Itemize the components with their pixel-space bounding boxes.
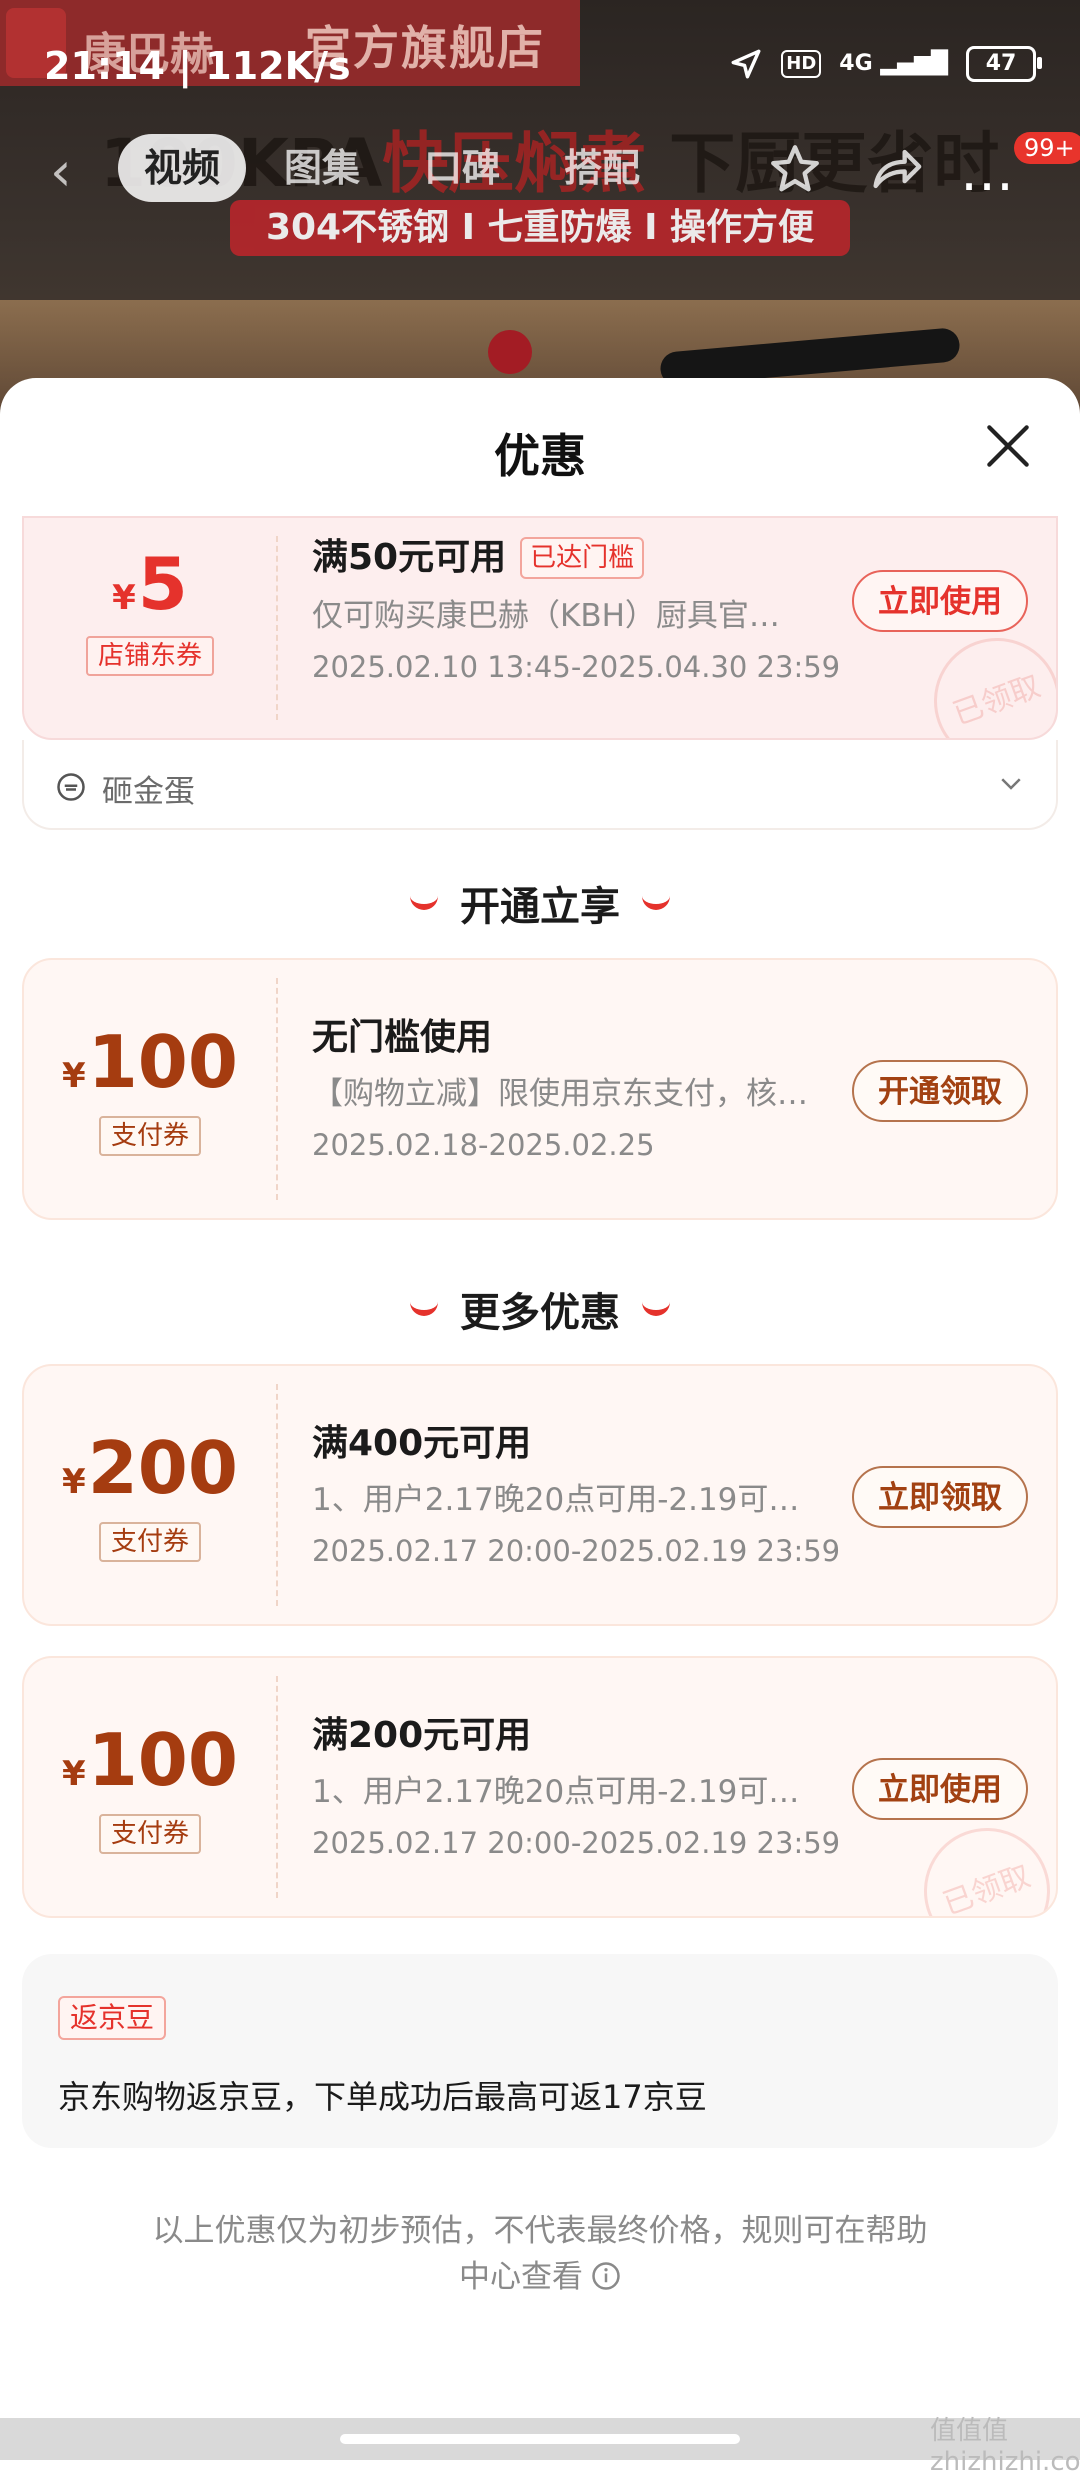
golden-egg-icon	[57, 773, 85, 801]
coupon-type-badge: 支付券	[98, 1116, 202, 1156]
coupon-divider	[276, 978, 278, 1200]
claimed-stamp: 已领取	[906, 1810, 1056, 1916]
close-icon[interactable]	[980, 418, 1036, 474]
discount-sheet: 优惠 ¥5 店铺东券 满50元可用已达门槛 仅可购买康巴赫（KBH）厨具官方旗舰…	[0, 378, 1080, 2460]
hd-icon: HD	[781, 50, 822, 78]
currency-symbol: ¥	[62, 1056, 86, 1096]
coupon-validity: 2025.02.17 20:00-2025.02.19 23:59	[312, 1826, 841, 1860]
coupon-type-badge: 支付券	[98, 1522, 202, 1562]
coupon-validity: 2025.02.10 13:45-2025.04.30 23:59	[312, 650, 841, 684]
coupon-divider	[276, 1384, 278, 1606]
status-time: 21:14 | 112K/s	[44, 44, 351, 88]
chevron-down-icon	[1001, 778, 1021, 790]
coupon-amount-area: ¥5 店铺东券	[24, 518, 276, 738]
coupon-validity: 2025.02.18-2025.02.25	[312, 1128, 655, 1162]
smile-decor-icon	[410, 890, 438, 910]
favorite-star-icon[interactable]	[766, 140, 824, 198]
tab-reviews[interactable]: 口碑	[398, 134, 526, 202]
currency-symbol: ¥	[112, 578, 136, 618]
coupon-description: 1、用户2.17晚20点可用-2.19可用结束	[312, 1482, 812, 1518]
smile-decor-icon	[410, 1296, 438, 1316]
coupon-description: 仅可购买康巴赫（KBH）厨具官方旗舰店部分商品	[312, 598, 792, 634]
disclaimer-line-2[interactable]: 中心查看	[459, 2259, 583, 2295]
smile-decor-icon	[642, 1296, 670, 1316]
disclaimer: 以上优惠仅为初步预估，不代表最终价格，规则可在帮助 中心查看	[120, 2208, 960, 2300]
coupon-description: 【购物立减】限使用京东支付，核销规则见详情	[312, 1076, 822, 1112]
back-icon[interactable]: ‹	[50, 140, 72, 203]
message-count-badge: 99+	[1014, 132, 1080, 164]
coupon-divider	[276, 536, 278, 720]
pot-knob	[488, 330, 532, 374]
section-title-more: 更多优惠	[0, 1280, 1080, 1338]
coupon-condition: 满200元可用	[312, 1715, 532, 1756]
info-icon[interactable]	[591, 2261, 621, 2291]
coupon-divider	[276, 1676, 278, 1898]
golden-egg-row[interactable]: 砸金蛋	[22, 740, 1058, 830]
coupon-amount: ¥200	[24, 1426, 276, 1510]
threshold-reached-tag: 已达门槛	[520, 537, 645, 579]
tab-video[interactable]: 视频	[118, 134, 247, 202]
share-icon[interactable]	[866, 140, 924, 198]
coupon-condition: 满50元可用 已达门槛	[312, 528, 645, 580]
signal-icon: 4G ▂▄▆█	[839, 51, 948, 76]
golden-egg-label: 砸金蛋	[102, 774, 195, 810]
coupon-value: 100	[87, 1718, 238, 1802]
sheet-title: 优惠	[494, 429, 586, 483]
jd-beans-tag: 返京豆	[58, 1996, 167, 2040]
battery-icon: 47	[966, 46, 1042, 82]
coupon-value: 5	[137, 542, 188, 626]
section-more-text: 更多优惠	[460, 1290, 620, 1336]
coupon-card-pay-open: ¥100 支付券 无门槛使用 【购物立减】限使用京东支付，核销规则见详情 202…	[22, 958, 1058, 1220]
product-feature-banner: 304不锈钢 I 七重防爆 I 操作方便	[230, 200, 850, 256]
coupon-description: 1、用户2.17晚20点可用-2.19可用结束	[312, 1774, 812, 1810]
tab-gallery[interactable]: 图集	[258, 134, 386, 202]
coupon-card-pay-200: ¥200 支付券 满400元可用 1、用户2.17晚20点可用-2.19可用结束…	[22, 1364, 1058, 1626]
coupon-amount: ¥100	[24, 1020, 276, 1104]
status-bar: 21:14 | 112K/s HD 4G ▂▄▆█ 47	[0, 0, 1080, 140]
coupon-card-pay-100: ¥100 支付券 满200元可用 1、用户2.17晚20点可用-2.19可用结束…	[22, 1656, 1058, 1918]
coupon-amount-area: ¥100 支付券	[24, 960, 276, 1218]
claim-now-button[interactable]: 立即领取	[852, 1466, 1028, 1528]
coupon-value: 200	[87, 1426, 238, 1510]
location-arrow-icon	[731, 49, 761, 79]
home-indicator[interactable]	[340, 2434, 740, 2444]
currency-symbol: ¥	[62, 1462, 86, 1502]
product-tabs: 视频 图集 口碑 搭配	[118, 128, 666, 208]
watermark: 值值值 zhizhizhi.com	[930, 2416, 1080, 2477]
coupon-type-badge: 店铺东券	[85, 636, 215, 676]
jd-beans-panel: 返京豆 京东购物返京豆，下单成功后最高可返17京豆	[22, 1954, 1058, 2148]
coupon-amount-area: ¥100 支付券	[24, 1658, 276, 1916]
currency-symbol: ¥	[62, 1754, 86, 1794]
coupon-condition-text: 满50元可用	[312, 537, 507, 578]
coupon-value: 100	[87, 1020, 238, 1104]
more-icon[interactable]: …	[960, 140, 1014, 203]
use-now-button[interactable]: 立即使用	[852, 570, 1028, 632]
network-type: 4G	[839, 51, 873, 76]
section-open-text: 开通立享	[460, 884, 620, 930]
coupon-amount: ¥100	[24, 1718, 276, 1802]
jd-beans-text: 京东购物返京豆，下单成功后最高可返17京豆	[58, 2078, 707, 2116]
coupon-condition: 满400元可用	[312, 1423, 532, 1464]
coupon-amount-area: ¥200 支付券	[24, 1366, 276, 1624]
use-now-button[interactable]: 立即使用	[852, 1758, 1028, 1820]
coupon-type-badge: 支付券	[98, 1814, 202, 1854]
status-icons: HD 4G ▂▄▆█ 47	[729, 46, 1042, 82]
disclaimer-line-2-wrap[interactable]: 中心查看	[120, 2254, 960, 2300]
activate-claim-button[interactable]: 开通领取	[852, 1060, 1028, 1122]
tab-matching[interactable]: 搭配	[538, 134, 666, 202]
claimed-stamp: 已领取	[916, 620, 1056, 738]
coupon-validity: 2025.02.17 20:00-2025.02.19 23:59	[312, 1534, 841, 1568]
coupon-condition: 无门槛使用	[312, 1017, 493, 1058]
coupon-amount: ¥5	[24, 542, 276, 626]
coupon-card-shop: ¥5 店铺东券 满50元可用已达门槛 仅可购买康巴赫（KBH）厨具官方旗舰店部分…	[22, 516, 1058, 740]
section-title-open: 开通立享	[0, 874, 1080, 932]
smile-decor-icon	[642, 890, 670, 910]
disclaimer-line-1: 以上优惠仅为初步预估，不代表最终价格，规则可在帮助	[152, 2213, 928, 2249]
